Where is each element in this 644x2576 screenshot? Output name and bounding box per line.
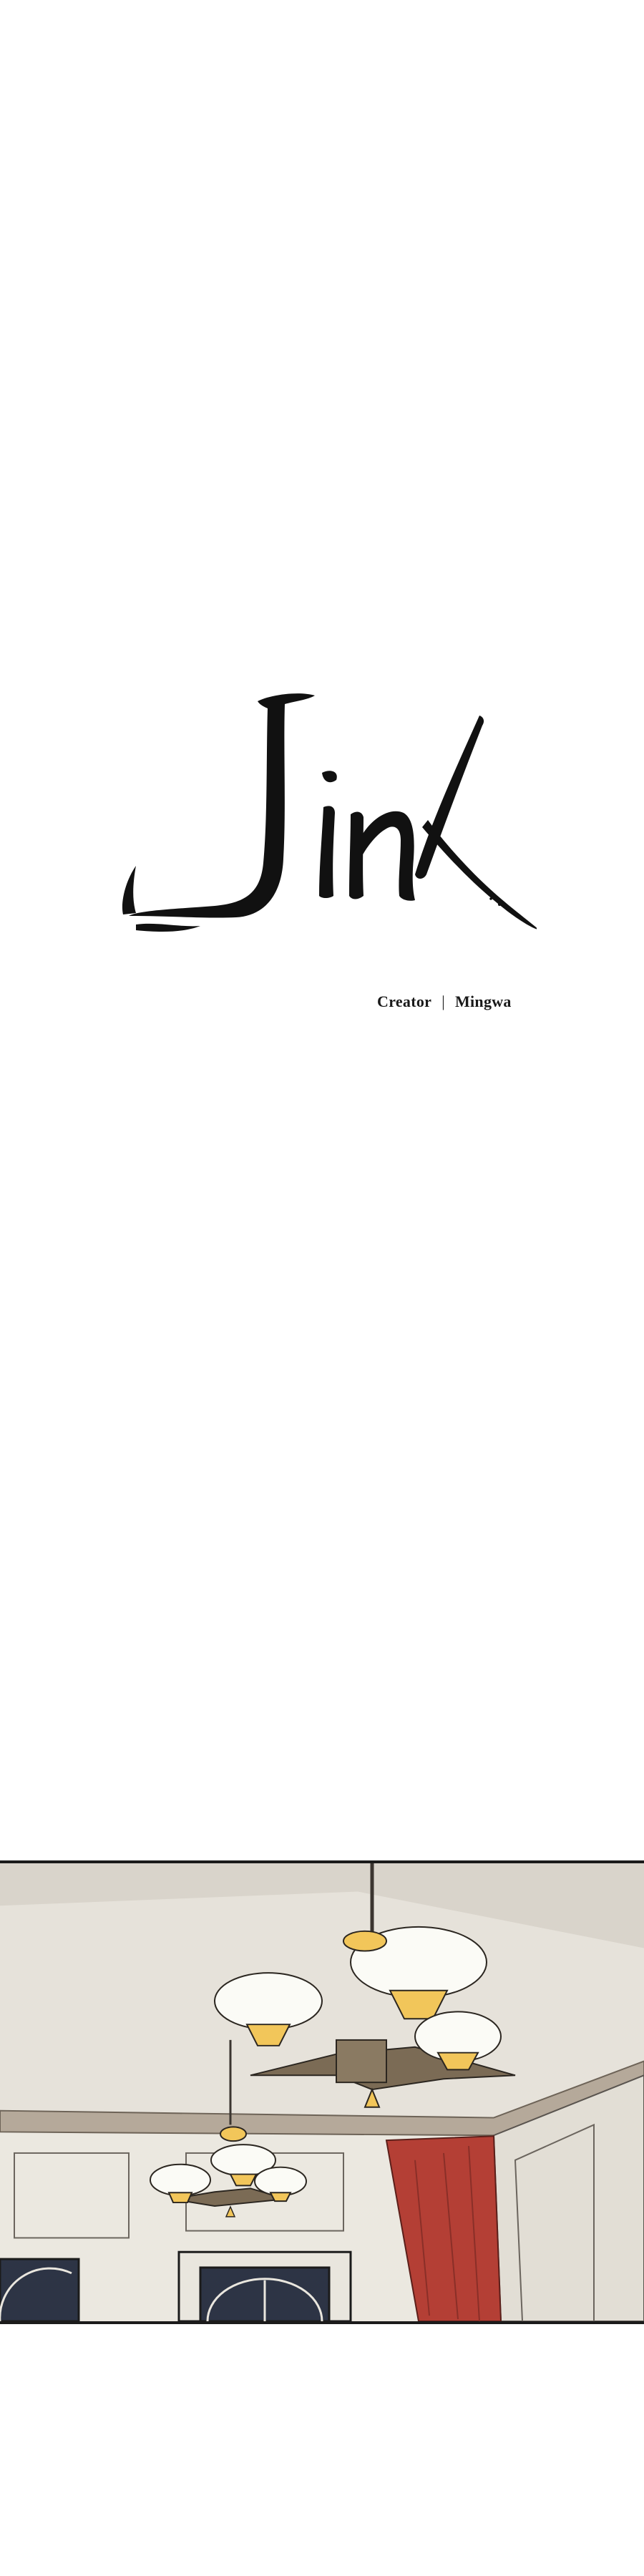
credit-separator: | [441, 992, 445, 1010]
credit-line: Creator | Mingwa [377, 992, 512, 1011]
title-logo [107, 687, 537, 945]
jinx-logo-brush [122, 693, 537, 932]
credit-name: Mingwa [454, 992, 512, 1010]
lamp-shade [150, 2163, 211, 2197]
lamp-shade [214, 1972, 323, 2031]
comic-panel [0, 1860, 644, 2324]
credit-role: Creator [377, 992, 432, 1010]
lamp-shade [254, 2166, 307, 2197]
chandelier-scene [0, 1863, 644, 2321]
